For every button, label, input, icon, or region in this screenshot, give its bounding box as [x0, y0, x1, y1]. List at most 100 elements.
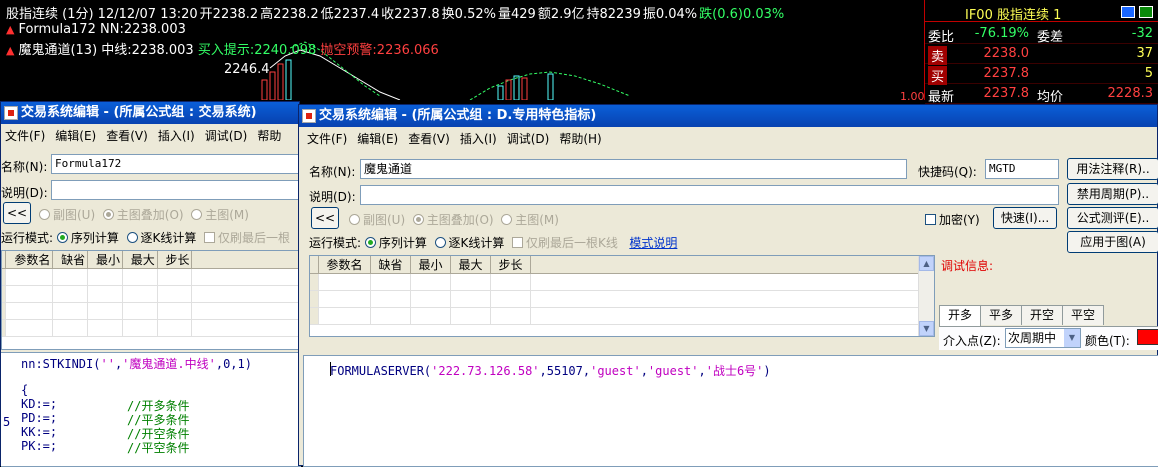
tab-signal[interactable]: 平空 — [1062, 305, 1105, 325]
legend-buy: 买入提示:2240.098 — [197, 43, 317, 58]
d2-desc-field[interactable] — [360, 185, 1059, 205]
formula172-legend: ▲ Formula172 NN:2238.003 — [6, 22, 186, 37]
table-row[interactable] — [310, 273, 931, 291]
radio-subchart[interactable] — [39, 209, 50, 220]
d1-code-editor[interactable]: nn:STKINDI('','魔鬼通道.中线',0,1) {KD:=;//开多条件… — [1, 352, 301, 467]
quote-value-2: -32 — [1131, 26, 1153, 41]
refresh-icon[interactable] — [1139, 6, 1153, 18]
radio-per-bar[interactable] — [434, 237, 446, 248]
code-line: nn:STKINDI('','魔鬼通道.中线',0,1) — [21, 357, 252, 371]
formula-editor-dialog-2[interactable]: 交易系统编辑 - (所属公式组 : D.专用特色指标) 文件(F) 编辑(E) 查看… — [298, 104, 1158, 467]
grid-column-header[interactable]: 最大 — [450, 256, 491, 274]
table-row[interactable] — [2, 319, 300, 337]
quick-button[interactable]: 快速(I)... — [993, 207, 1057, 229]
grid-column-header[interactable]: 参数名 — [318, 256, 371, 274]
app-icon — [302, 109, 316, 123]
table-row[interactable] — [2, 268, 300, 286]
d2-code-editor[interactable]: FORMULASERVER('222.73.126.58',55107,'gue… — [303, 355, 1158, 467]
grid-column-header[interactable]: 步长 — [490, 256, 531, 274]
table-row[interactable] — [2, 285, 300, 303]
chart-info-item: 跌(0.6)0.03% — [699, 7, 785, 22]
debug-info-label: 调试信息: — [941, 259, 994, 273]
radio-subchart[interactable] — [349, 214, 360, 225]
table-row[interactable] — [310, 290, 931, 308]
d1-param-grid[interactable]: 参数名 缺省 最小 最大 步长 — [1, 250, 301, 350]
apply-to-chart-button[interactable]: 应用于图(A) — [1067, 231, 1158, 253]
grid-column-header[interactable]: 最大 — [122, 251, 158, 269]
candle — [277, 63, 284, 100]
tab-signal[interactable]: 平多 — [980, 305, 1023, 325]
d2-param-grid[interactable]: 参数名 缺省 最小 最大 步长 ▲ ▼ — [309, 255, 935, 337]
menu-item[interactable]: 查看(V) — [106, 127, 148, 144]
grid-column-header[interactable]: 最小 — [87, 251, 123, 269]
color-label: 颜色(T): — [1085, 334, 1130, 348]
menu-item[interactable]: 调试(D) — [507, 130, 550, 147]
radio-per-bar[interactable] — [126, 232, 138, 243]
tab-signal[interactable]: 开空 — [1021, 305, 1064, 325]
scroll-down-icon[interactable]: ▼ — [919, 321, 934, 336]
check-refresh-last[interactable] — [512, 237, 524, 248]
chart-info-item: 量429 — [497, 7, 536, 22]
code-line: KK:=;//开空条件 — [21, 425, 190, 441]
grid-column-header[interactable]: 参数名 — [5, 251, 54, 269]
menu-item[interactable]: 查看(V) — [408, 130, 450, 147]
menu-item[interactable]: 编辑(E) — [357, 130, 398, 147]
menu-item[interactable]: 文件(F) — [5, 127, 45, 144]
d2-collapse-button[interactable]: << — [311, 207, 339, 229]
draw-tool-icon[interactable] — [1121, 6, 1135, 18]
radio-overlay[interactable] — [102, 209, 114, 220]
d2-name-label: 名称(N): — [309, 165, 356, 179]
menu-item[interactable]: 帮助(H) — [559, 130, 601, 147]
radio-mainchart[interactable] — [191, 209, 203, 220]
dialog1-title: 交易系统编辑 - (所属公式组 : 交易系统) — [21, 105, 257, 120]
radio-sequence[interactable] — [364, 237, 376, 248]
check-encrypt[interactable] — [925, 214, 936, 225]
menu-item[interactable]: 帮助 — [257, 127, 281, 144]
d2-hotkey-field[interactable]: MGTD — [985, 159, 1059, 179]
usage-notes-button[interactable]: 用法注释(R).. — [1067, 158, 1158, 180]
menu-item[interactable]: 编辑(E) — [55, 127, 96, 144]
d1-name-field[interactable]: Formula172 — [51, 154, 301, 174]
d1-desc-field[interactable] — [51, 180, 301, 200]
dialog2-titlebar[interactable]: 交易系统编辑 - (所属公式组 : D.专用特色指标) — [299, 105, 1157, 127]
grid-column-header[interactable]: 步长 — [157, 251, 193, 269]
grid-column-header[interactable]: 缺省 — [370, 256, 411, 274]
quote-label-2: 委差 — [1037, 30, 1064, 45]
grid-column-header[interactable]: 缺省 — [52, 251, 88, 269]
menu-item[interactable]: 插入(I) — [158, 127, 195, 144]
chart-info-item: 换0.52% — [441, 7, 496, 22]
chart-info-item: 收2237.8 — [381, 7, 440, 22]
table-row[interactable] — [310, 307, 931, 325]
menu-item[interactable]: 调试(D) — [205, 127, 248, 144]
chart-info-item: 高2238.2 — [260, 7, 319, 22]
param-grid-scrollbar[interactable]: ▲ ▼ — [918, 256, 934, 336]
color-swatch[interactable] — [1137, 329, 1158, 345]
table-row[interactable] — [2, 302, 300, 320]
formula-editor-dialog-1[interactable]: 交易系统编辑 - (所属公式组 : 交易系统) 文件(F) 编辑(E) 查看(V) 插… — [0, 101, 301, 467]
menu-item[interactable]: 插入(I) — [460, 130, 497, 147]
d2-name-field[interactable]: 魔鬼通道 — [360, 159, 907, 179]
entry-point-select[interactable]: 次周期中 ▼ — [1005, 328, 1081, 348]
legend-mid: 中线:2238.003 — [101, 43, 194, 58]
d1-collapse-button[interactable]: << — [3, 202, 31, 224]
menu-item[interactable]: 文件(F) — [307, 130, 347, 147]
check-refresh-last[interactable] — [204, 232, 216, 243]
mode-help-link[interactable]: 模式说明 — [629, 236, 677, 250]
price-high-label: 2246.4 — [224, 62, 270, 77]
tab-signal[interactable]: 开多 — [939, 305, 982, 327]
grid-column-header[interactable]: 最小 — [410, 256, 451, 274]
quote-label-2: 均价 — [1037, 90, 1064, 105]
disable-period-button[interactable]: 禁用周期(P).. — [1067, 183, 1158, 205]
dialog1-titlebar[interactable]: 交易系统编辑 - (所属公式组 : 交易系统) — [1, 102, 299, 124]
quote-value: 2237.8 — [983, 66, 1030, 81]
formula-test-button[interactable]: 公式测评(E).. — [1067, 207, 1158, 229]
chevron-down-icon[interactable]: ▼ — [1064, 329, 1080, 347]
candle — [513, 75, 520, 100]
line-number: 5 — [3, 415, 11, 429]
scroll-up-icon[interactable]: ▲ — [919, 256, 934, 271]
mogui-legend: ▲ 魔鬼通道(13) 中线:2238.003 买入提示:2240.098 抛空预警… — [6, 39, 439, 58]
radio-sequence[interactable] — [56, 232, 68, 243]
kline-chart[interactable]: 股指连续 (1分) 12/12/07 13:20 开2238.2 高2238.2 低2… — [0, 0, 924, 100]
radio-mainchart[interactable] — [501, 214, 513, 225]
radio-overlay[interactable] — [412, 214, 424, 225]
